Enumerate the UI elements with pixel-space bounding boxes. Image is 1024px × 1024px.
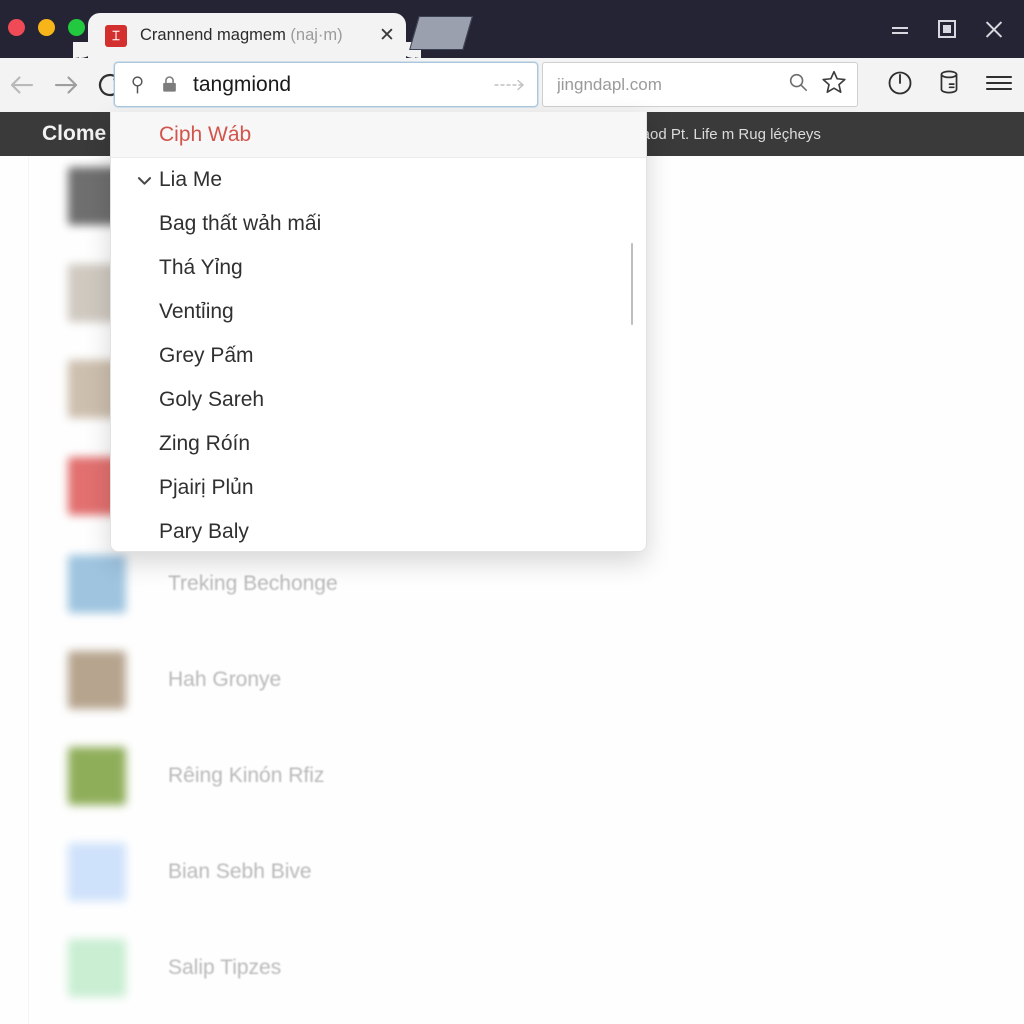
close-window-dot[interactable] — [8, 19, 25, 36]
suggestion-item-label: Pjairị Plủn — [159, 476, 254, 499]
suggestion-item-label: Bag thất wảh mấi — [159, 212, 322, 235]
close-window-button[interactable] — [984, 19, 1004, 39]
suggestion-item-label: Goly Sareh — [159, 388, 265, 411]
tab-title: Crannend magmem (naj·m) — [140, 26, 343, 45]
list-item[interactable]: Salip Tipzes — [68, 938, 281, 998]
minimize-window-dot[interactable] — [38, 19, 55, 36]
suggestion-item[interactable]: Thá Yỉng — [111, 246, 646, 290]
maximize-window-button[interactable] — [938, 20, 956, 38]
list-item-thumbnail — [68, 651, 126, 709]
list-item-label: Bian Sebh Bive — [168, 860, 312, 883]
tab-favicon-glyph: ⌶ — [112, 28, 120, 43]
list-item-thumbnail — [68, 939, 126, 997]
search-icon[interactable] — [787, 71, 809, 98]
arrow-right-icon — [54, 76, 78, 94]
maximize-window-dot[interactable] — [68, 19, 85, 36]
suggestion-item[interactable]: Pary Baly — [111, 510, 646, 551]
list-item[interactable]: Bian Sebh Bive — [68, 842, 312, 902]
suggestion-item-label: Thá Yỉng — [159, 256, 243, 279]
search-box[interactable]: jingndapl.com — [542, 62, 858, 107]
list-item-thumbnail — [68, 843, 126, 901]
suggestion-item[interactable]: Pjairị Plủn — [111, 466, 646, 510]
suggestion-item[interactable]: Goly Sareh — [111, 378, 646, 422]
address-bar[interactable]: tangmiond — [114, 62, 538, 107]
list-item[interactable]: Rêing Kinón Rfiz — [68, 746, 324, 806]
list-item-thumbnail — [68, 747, 126, 805]
tab-title-text: Crannend magmem — [140, 26, 286, 44]
window-title-bar: ⌶ Crannend magmem (naj·m) ✕ — [0, 0, 1024, 58]
suggestion-item-label: Ciph Wáb — [159, 122, 252, 146]
search-box-actions — [787, 69, 847, 100]
pin-icon[interactable] — [127, 73, 148, 97]
list-item-label: Hah Gronye — [168, 668, 282, 691]
arrow-right-icon[interactable] — [493, 78, 527, 92]
search-input[interactable]: jingndapl.com — [557, 75, 662, 95]
suggestion-item[interactable]: Zing Róín — [111, 422, 646, 466]
suggestion-list: Ciph Wáb Lia Me Bag thất wảh mấi Thá Yỉng Ve… — [111, 112, 646, 551]
suggestion-item-label: Zing Róín — [159, 432, 251, 455]
suggestion-item-label: Lia Me — [159, 168, 223, 191]
forward-button[interactable] — [44, 63, 88, 107]
suggestions-scrollbar[interactable] — [631, 243, 633, 325]
suggestion-item[interactable]: Ciph Wáb — [111, 112, 646, 158]
window-control-buttons — [890, 0, 1016, 58]
site-header-links[interactable]: nlaod Pt. Life m Rug léçheys — [630, 126, 821, 143]
address-bar-input[interactable]: tangmiond — [193, 73, 291, 97]
chevron-down-icon — [135, 171, 154, 190]
browser-tab[interactable]: ⌶ Crannend magmem (naj·m) ✕ — [88, 13, 421, 58]
list-item-thumbnail — [68, 555, 126, 613]
suggestion-item-label: Ventỉing — [159, 300, 234, 323]
tab-title-suffix: (naj·m) — [290, 26, 343, 44]
power-icon[interactable] — [886, 69, 914, 102]
database-icon[interactable] — [936, 69, 962, 102]
suggestion-item-label: Grey Pấm — [159, 344, 254, 367]
star-icon[interactable] — [821, 69, 847, 100]
suggestion-item[interactable]: Ventỉing — [111, 290, 646, 334]
suggestion-item[interactable]: Bag thất wảh mấi — [111, 202, 646, 246]
traffic-light-buttons — [8, 19, 85, 36]
suggestion-item[interactable]: Lia Me — [111, 158, 646, 202]
tab-favicon-icon: ⌶ — [105, 24, 127, 47]
toolbar-extensions — [886, 58, 1014, 112]
list-item[interactable]: Treking Bechonge — [68, 554, 338, 614]
list-item-label: Treking Bechonge — [168, 572, 338, 595]
arrow-left-icon — [10, 76, 34, 94]
hamburger-menu-icon[interactable] — [984, 71, 1014, 100]
suggestion-item-label: Pary Baly — [159, 520, 249, 543]
site-brand[interactable]: Clome — [42, 122, 106, 146]
list-item-label: Rêing Kinón Rfiz — [168, 764, 325, 787]
suggestion-item[interactable]: Grey Pấm — [111, 334, 646, 378]
tab-close-icon[interactable]: ✕ — [374, 23, 400, 49]
lock-icon[interactable] — [160, 74, 179, 95]
list-item[interactable]: Hah Gronye — [68, 650, 281, 710]
back-button[interactable] — [0, 63, 44, 107]
address-bar-suggestions[interactable]: Ciph Wáb Lia Me Bag thất wảh mấi Thá Yỉng Ve… — [110, 112, 647, 552]
new-tab-button[interactable] — [409, 16, 473, 50]
list-item-label: Salip Tipzes — [168, 956, 282, 979]
minimize-window-button[interactable] — [890, 19, 910, 39]
content-divider — [28, 156, 29, 1024]
